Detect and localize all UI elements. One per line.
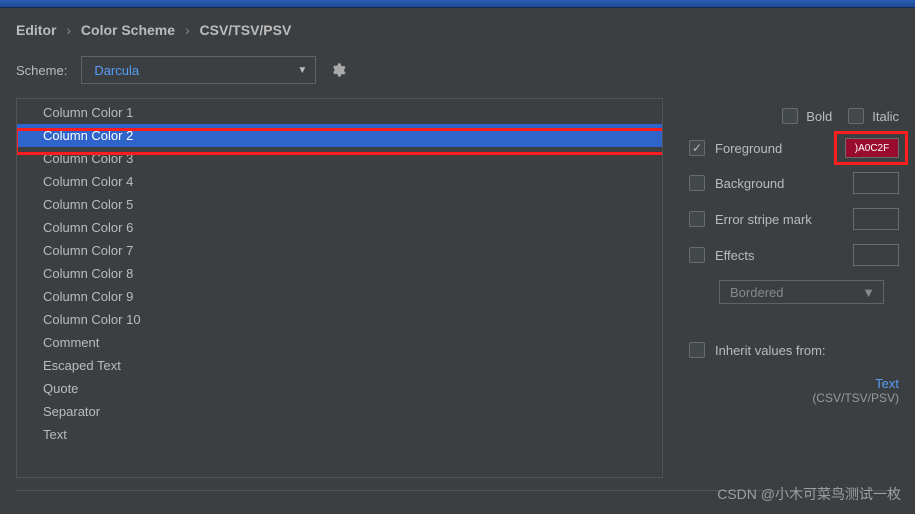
background-label: Background — [715, 176, 784, 191]
list-item[interactable]: Text — [17, 423, 662, 446]
inherit-checkbox[interactable] — [689, 342, 705, 358]
error-stripe-swatch[interactable] — [853, 208, 899, 230]
foreground-checkbox[interactable] — [689, 140, 705, 156]
attributes-list[interactable]: Column Color 1Column Color 2Column Color… — [16, 98, 663, 478]
breadcrumb-csv[interactable]: CSV/TSV/PSV — [200, 22, 292, 38]
effects-checkbox[interactable] — [689, 247, 705, 263]
properties-panel: Bold Italic Foreground )A0C2F Background — [689, 98, 899, 478]
list-item[interactable]: Column Color 9 — [17, 285, 662, 308]
list-item[interactable]: Column Color 7 — [17, 239, 662, 262]
error-stripe-label: Error stripe mark — [715, 212, 812, 227]
scheme-value: Darcula — [94, 63, 139, 78]
chevron-right-icon: › — [66, 22, 71, 38]
list-item[interactable]: Column Color 1 — [17, 101, 662, 124]
list-item[interactable]: Column Color 8 — [17, 262, 662, 285]
list-item[interactable]: Column Color 6 — [17, 216, 662, 239]
scheme-select[interactable]: Darcula ▼ — [81, 56, 316, 84]
list-item[interactable]: Column Color 5 — [17, 193, 662, 216]
effects-type-value: Bordered — [730, 285, 783, 300]
list-item[interactable]: Comment — [17, 331, 662, 354]
breadcrumb: Editor › Color Scheme › CSV/TSV/PSV — [0, 8, 915, 50]
chevron-down-icon: ▼ — [297, 65, 307, 76]
background-swatch[interactable] — [853, 172, 899, 194]
error-stripe-checkbox[interactable] — [689, 211, 705, 227]
effects-type-select[interactable]: Bordered ▼ — [719, 280, 884, 304]
list-item[interactable]: Quote — [17, 377, 662, 400]
foreground-hex: )A0C2F — [855, 143, 889, 154]
chevron-down-icon: ▼ — [862, 285, 875, 300]
gear-icon[interactable] — [330, 62, 346, 78]
scheme-label: Scheme: — [16, 63, 67, 78]
effects-swatch[interactable] — [853, 244, 899, 266]
chevron-right-icon: › — [185, 22, 190, 38]
inherit-sub: (CSV/TSV/PSV) — [689, 391, 899, 405]
bold-label: Bold — [806, 109, 832, 124]
breadcrumb-editor[interactable]: Editor — [16, 22, 56, 38]
window-title-bar — [0, 0, 915, 8]
watermark: CSDN @小木可菜鸟测试一枚 — [717, 484, 901, 504]
list-item[interactable]: Column Color 10 — [17, 308, 662, 331]
breadcrumb-color-scheme[interactable]: Color Scheme — [81, 22, 175, 38]
italic-checkbox[interactable] — [848, 108, 864, 124]
foreground-label: Foreground — [715, 141, 782, 156]
list-item[interactable]: Escaped Text — [17, 354, 662, 377]
foreground-swatch[interactable]: )A0C2F — [845, 138, 899, 158]
inherit-link[interactable]: Text — [689, 376, 899, 391]
list-item[interactable]: Column Color 4 — [17, 170, 662, 193]
effects-label: Effects — [715, 248, 755, 263]
list-item[interactable]: Separator — [17, 400, 662, 423]
inherit-label: Inherit values from: — [715, 343, 826, 358]
list-item[interactable]: Column Color 2 — [17, 124, 662, 147]
italic-label: Italic — [872, 109, 899, 124]
bold-checkbox[interactable] — [782, 108, 798, 124]
background-checkbox[interactable] — [689, 175, 705, 191]
list-item[interactable]: Column Color 3 — [17, 147, 662, 170]
